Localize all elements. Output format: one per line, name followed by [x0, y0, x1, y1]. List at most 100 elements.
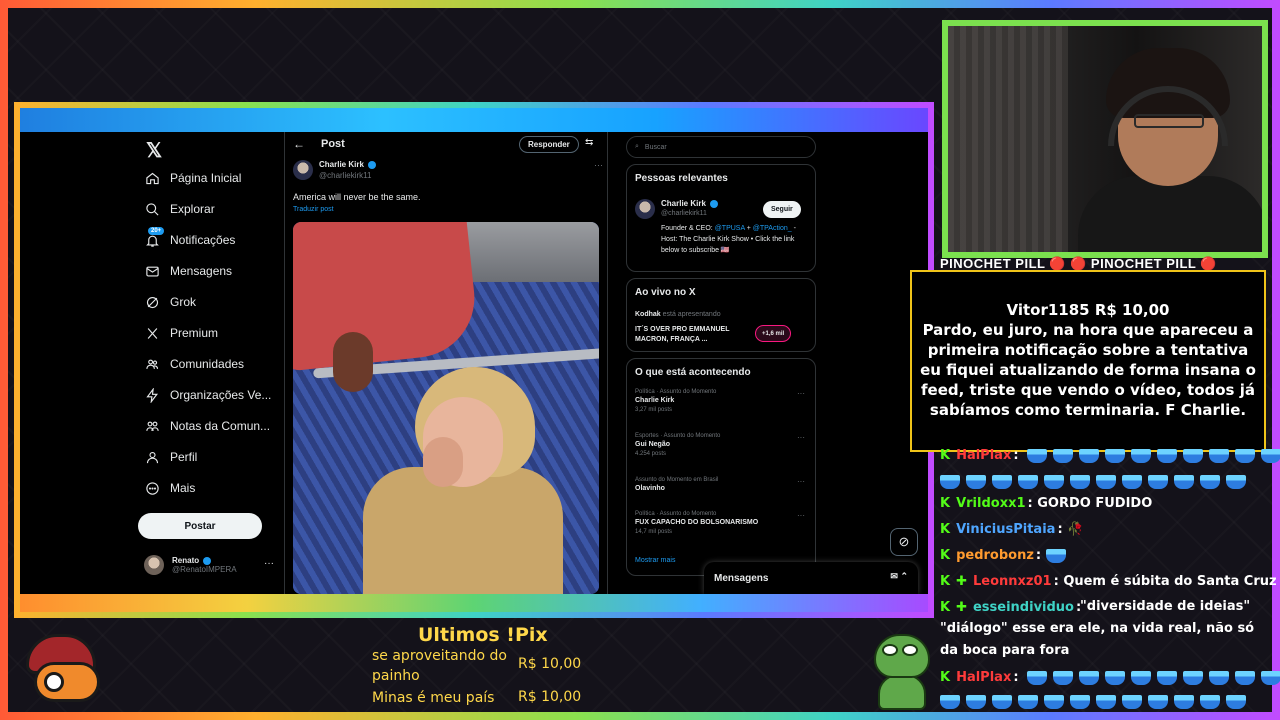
live-title[interactable]: IT´S OVER PRO EMMANUEL MACRON, FRANÇA ..…: [635, 325, 751, 345]
translate-link[interactable]: Traduzir post: [293, 206, 334, 213]
nav-label: Grok: [170, 295, 197, 309]
profile-handle: @RenatoIMPERA: [172, 565, 237, 574]
verified-icon: [710, 199, 719, 208]
avatar[interactable]: [293, 160, 313, 180]
mail-icon: [144, 263, 160, 279]
chat-message: K ✚ Leonnxz01: Quem é súbita do Santa Cru…: [940, 574, 1277, 589]
lightning-icon: [144, 387, 160, 403]
webcam-frame: [942, 20, 1268, 258]
reply-button[interactable]: Responder: [519, 136, 579, 153]
boat-emote-icon: [1026, 448, 1280, 463]
nav-community-notes[interactable]: Notas da Comun...: [144, 414, 270, 438]
kick-icon: K: [940, 548, 951, 563]
nav-explore[interactable]: Explorar: [144, 197, 215, 221]
nav-label: Notificações: [170, 233, 236, 247]
trend-item[interactable]: Esportes · Assunto do Momento Gui Negão …: [635, 433, 805, 457]
profile-name: Renato: [172, 556, 237, 565]
pix-amount: R$ 10,00: [518, 656, 582, 672]
page-title: Post: [321, 138, 345, 150]
search-input[interactable]: ⌕ Buscar: [626, 136, 816, 158]
tweet-author: Charlie Kirk @charliekirk11 ···: [293, 160, 603, 184]
kick-icon: K: [940, 574, 951, 589]
boat-emote-row: [940, 474, 1252, 489]
x-logo-icon[interactable]: 𝕏: [146, 138, 162, 163]
more-dots-icon[interactable]: ···: [797, 511, 805, 520]
nav-profile[interactable]: Perfil: [144, 445, 197, 469]
author-name[interactable]: Charlie Kirk: [319, 160, 377, 169]
relevant-people-card: Pessoas relevantes Charlie Kirk @charlie…: [626, 164, 816, 272]
account-switcher[interactable]: Renato @RenatoIMPERA ···: [144, 550, 274, 580]
mascot-icon: [22, 628, 112, 708]
search-icon: [144, 201, 160, 217]
author-handle[interactable]: @charliekirk11: [319, 171, 371, 180]
boat-emote-row: [940, 694, 1252, 709]
post-column: ← Post Responder ⇆ Charlie Kirk @charlie…: [284, 132, 608, 594]
person-icon: [144, 449, 160, 465]
follow-button[interactable]: Seguir: [763, 201, 801, 218]
trend-item[interactable]: Política · Assunto do Momento FUX CAPACH…: [635, 511, 805, 535]
grok-float-icon[interactable]: ⊘: [890, 528, 918, 556]
card-title: Ao vivo no X: [635, 287, 696, 298]
post-button[interactable]: Postar: [138, 513, 262, 539]
post-header: ← Post Responder ⇆: [285, 132, 609, 158]
messages-drawer[interactable]: Mensagens ✉ ⌃: [704, 562, 918, 594]
home-icon: [144, 170, 160, 186]
nav-label: Notas da Comun...: [170, 419, 271, 433]
back-arrow-icon[interactable]: ←: [293, 137, 305, 151]
relevant-handle: @charliekirk11: [661, 210, 707, 217]
right-sidebar: ⌕ Buscar Pessoas relevantes Charlie Kirk …: [626, 132, 816, 594]
nav-label: Mais: [170, 481, 196, 495]
trend-item[interactable]: Política · Assunto do Momento Charlie Ki…: [635, 389, 805, 413]
nav-messages[interactable]: Mensagens: [144, 259, 232, 283]
webcam: [948, 26, 1262, 252]
chat: K HalPlax: K Vrildoxx1: GORDO FUDIDO K V…: [940, 446, 1280, 714]
nav-label: Página Inicial: [170, 171, 242, 185]
verified-icon: [368, 160, 377, 169]
grok-icon: [144, 294, 160, 310]
more-dots-icon[interactable]: ···: [594, 160, 603, 170]
nav-premium[interactable]: Premium: [144, 321, 218, 345]
more-dots-icon[interactable]: ···: [797, 389, 805, 398]
avatar: [144, 555, 164, 575]
alert-body: Pardo, eu juro, na hora que apareceu a p…: [920, 321, 1256, 419]
more-dots-icon[interactable]: ···: [797, 433, 805, 442]
nav-organizations[interactable]: Organizações Ve...: [144, 383, 271, 407]
pepe-frog-icon: [868, 634, 934, 710]
card-title: Pessoas relevantes: [635, 173, 728, 184]
trend-item[interactable]: Assunto do Momento em Brasil Olavinho ··…: [635, 477, 805, 492]
nav-label: Organizações Ve...: [170, 388, 272, 402]
browser-bottom-gradient: [20, 594, 928, 612]
chat-message: K Vrildoxx1: GORDO FUDIDO: [940, 496, 1153, 511]
avatar[interactable]: [635, 199, 655, 219]
nav-communities[interactable]: Comunidades: [144, 352, 244, 376]
relevant-bio: Founder & CEO: @TPUSA + @TPAction_ - Hos…: [661, 225, 796, 254]
alert-head: Vitor1185 R$ 10,00: [1006, 301, 1170, 319]
chat-message: K ViniciusPitaia: 🥀: [940, 522, 1084, 537]
x-icon: [144, 325, 160, 341]
nav-grok[interactable]: Grok: [144, 290, 196, 314]
show-more-link[interactable]: Mostrar mais: [635, 557, 675, 564]
nav-label: Explorar: [170, 202, 215, 216]
nav-label: Mensagens: [170, 264, 233, 278]
live-card: Ao vivo no X Kodhak está apresentando IT…: [626, 278, 816, 352]
more-dots-icon[interactable]: ···: [797, 477, 805, 486]
nav-notifications[interactable]: 20+ Notificações: [144, 227, 236, 252]
sliders-icon[interactable]: ⇆: [585, 137, 593, 148]
live-host[interactable]: Kodhak está apresentando: [635, 311, 721, 318]
notes-icon: [144, 418, 160, 434]
chat-message-text: "diversidade de ideias" "diálogo" esse e…: [940, 599, 1255, 658]
live-viewers-pill[interactable]: +1,6 mil: [755, 325, 792, 342]
expand-icon[interactable]: ✉ ⌃: [890, 571, 908, 582]
nav-more[interactable]: Mais: [144, 476, 195, 500]
more-dots-icon[interactable]: ···: [264, 558, 274, 569]
pix-amount: R$ 10,00: [518, 689, 582, 705]
sub-badge-icon: ✚: [956, 574, 967, 589]
bell-icon: 20+: [144, 227, 165, 248]
relevant-name[interactable]: Charlie Kirk: [661, 199, 719, 208]
nav-home[interactable]: Página Inicial: [144, 166, 241, 190]
tweet-video[interactable]: [293, 222, 599, 594]
x-app: 𝕏 Página Inicial Explorar 20+ Notificaçõ…: [20, 132, 928, 594]
pix-text: Minas é meu país: [372, 690, 495, 706]
more-icon: [144, 480, 160, 496]
nav-label: Comunidades: [170, 357, 245, 371]
